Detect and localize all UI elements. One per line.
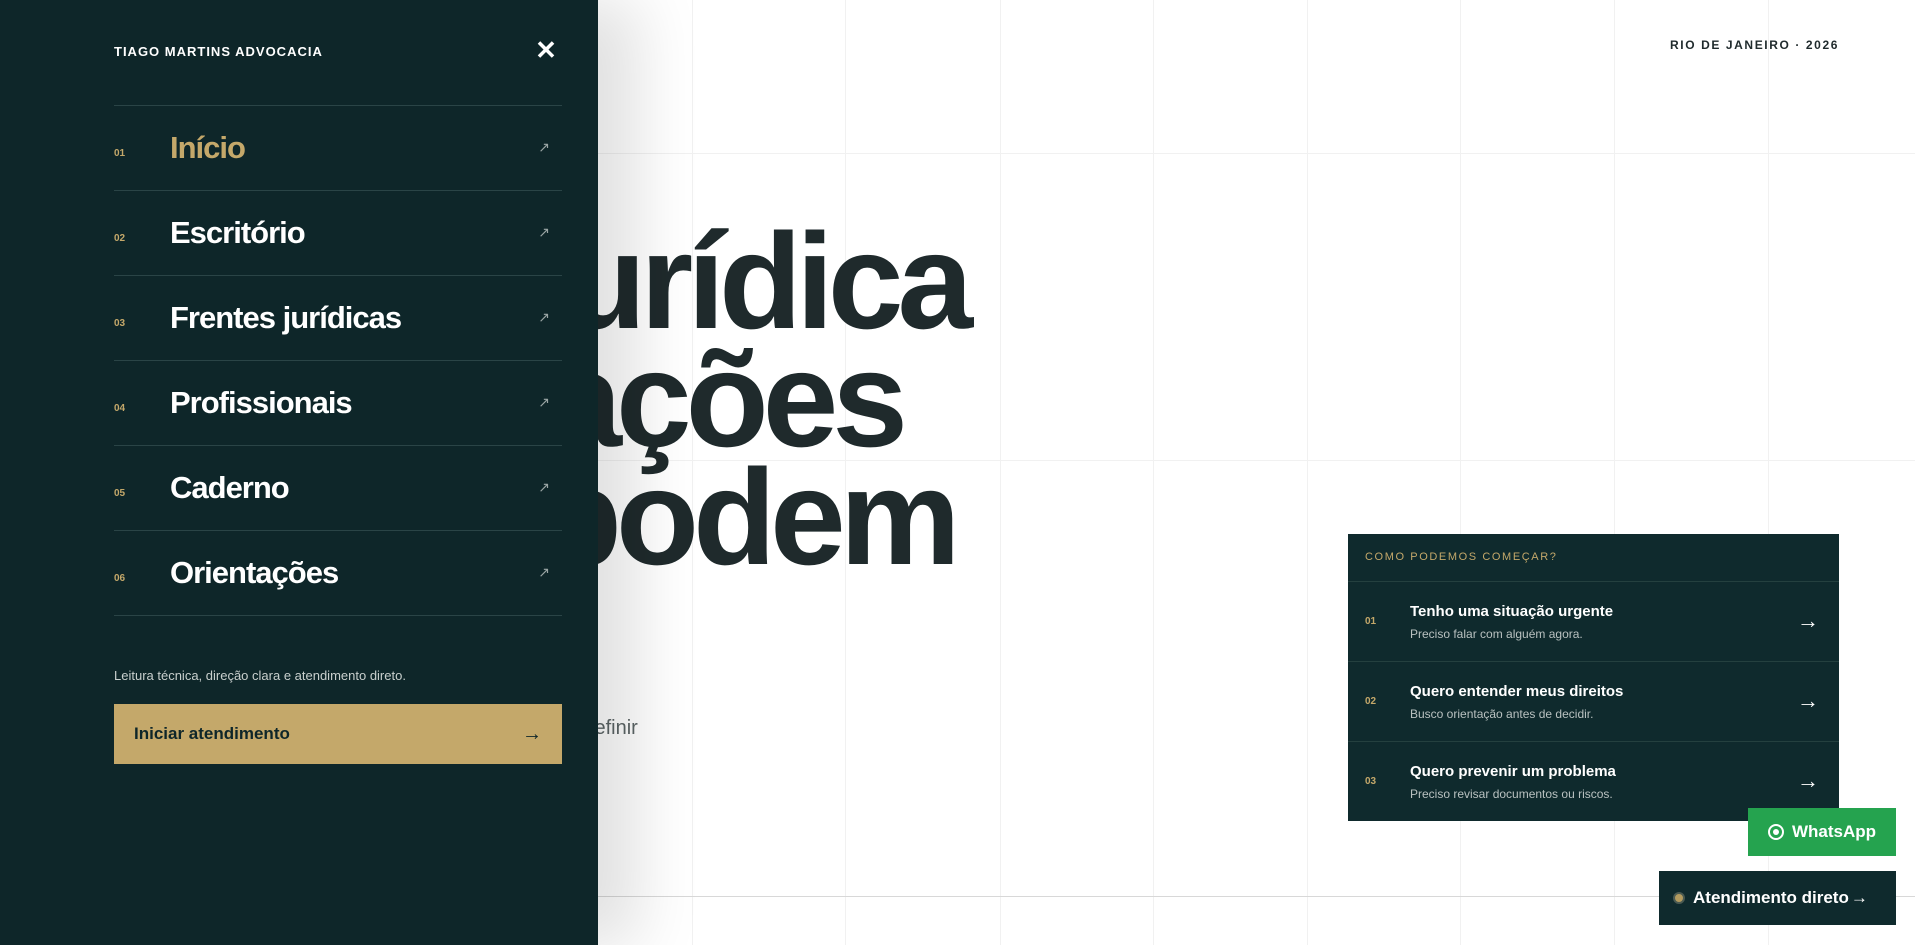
option-number: 01: [1365, 616, 1377, 627]
option-number: 02: [1365, 696, 1377, 707]
option-description: Preciso falar com alguém agora.: [1410, 627, 1583, 641]
grid-line: [1307, 0, 1308, 945]
start-option-rights[interactable]: 02 Quero entender meus direitos Busco or…: [1348, 662, 1839, 742]
location-year-label: RIO DE JANEIRO · 2026: [1670, 38, 1839, 52]
whatsapp-button[interactable]: WhatsApp: [1748, 808, 1896, 856]
direct-contact-label: Atendimento direto: [1693, 888, 1849, 907]
arrow-up-right-icon: ↗: [538, 479, 550, 495]
whatsapp-label: WhatsApp: [1791, 822, 1877, 841]
option-title: Quero entender meus direitos: [1410, 683, 1624, 700]
menu-item-frentes-juridicas[interactable]: 03 Frentes jurídicas ↗: [114, 276, 562, 361]
option-description: Preciso revisar documentos ou riscos.: [1410, 787, 1613, 801]
menu-item-label: Frentes jurídicas: [170, 300, 402, 335]
menu-item-profissionais[interactable]: 04 Profissionais ↗: [114, 361, 562, 446]
brand-name: TIAGO MARTINS ADVOCACIA: [114, 44, 323, 59]
arrow-right-icon: →: [1850, 888, 1868, 907]
menu-item-number: 06: [114, 573, 126, 584]
menu-item-label: Escritório: [170, 215, 306, 250]
menu-item-escritorio[interactable]: 02 Escritório ↗: [114, 191, 562, 276]
close-icon[interactable]: ✕: [534, 37, 558, 63]
arrow-right-icon: →: [1797, 608, 1819, 633]
arrow-up-right-icon: ↗: [538, 309, 550, 325]
option-title: Tenho uma situação urgente: [1410, 603, 1614, 620]
menu-item-caderno[interactable]: 05 Caderno ↗: [114, 446, 562, 531]
menu-item-label: Orientações: [170, 555, 339, 590]
menu-item-number: 04: [114, 403, 126, 414]
option-title: Quero prevenir um problema: [1410, 763, 1616, 780]
arrow-up-right-icon: ↗: [538, 564, 550, 580]
start-options-card: COMO PODEMOS COMEÇAR? 01 Tenho uma situa…: [1348, 534, 1839, 821]
arrow-up-right-icon: ↗: [538, 139, 550, 155]
option-description: Busco orientação antes de decidir.: [1410, 707, 1594, 721]
arrow-up-right-icon: ↗: [538, 224, 550, 240]
drawer-tagline: Leitura técnica, direção clara e atendim…: [114, 668, 406, 683]
status-dot-icon: [1673, 892, 1685, 904]
menu-item-label: Início: [170, 130, 246, 165]
menu-item-number: 03: [114, 318, 126, 329]
grid-line: [598, 153, 1915, 154]
menu-item-label: Profissionais: [170, 385, 353, 420]
option-number: 03: [1365, 776, 1377, 787]
start-service-button[interactable]: Iniciar atendimento →: [114, 704, 562, 764]
menu-item-inicio[interactable]: 01 Início ↗: [114, 106, 562, 191]
arrow-right-icon: →: [1797, 688, 1819, 713]
direct-contact-button[interactable]: Atendimento direto →: [1659, 871, 1896, 925]
menu-item-label: Caderno: [170, 470, 290, 505]
menu-item-number: 01: [114, 148, 126, 159]
arrow-up-right-icon: ↗: [538, 394, 550, 410]
whatsapp-icon: [1767, 824, 1784, 840]
drawer-menu: 01 Início ↗ 02 Escritório ↗ 03 Frentes j…: [114, 105, 562, 616]
navigation-drawer: TIAGO MARTINS ADVOCACIA ✕ 01 Início ↗ 02…: [0, 0, 598, 945]
start-service-label: Iniciar atendimento: [134, 724, 290, 743]
menu-item-number: 02: [114, 233, 126, 244]
start-option-urgent[interactable]: 01 Tenho uma situação urgente Preciso fa…: [1348, 582, 1839, 662]
arrow-right-icon: →: [1797, 768, 1819, 793]
menu-item-number: 05: [114, 488, 126, 499]
start-card-heading: COMO PODEMOS COMEÇAR?: [1348, 534, 1839, 582]
arrow-right-icon: →: [522, 722, 542, 745]
menu-item-orientacoes[interactable]: 06 Orientações ↗: [114, 531, 562, 616]
